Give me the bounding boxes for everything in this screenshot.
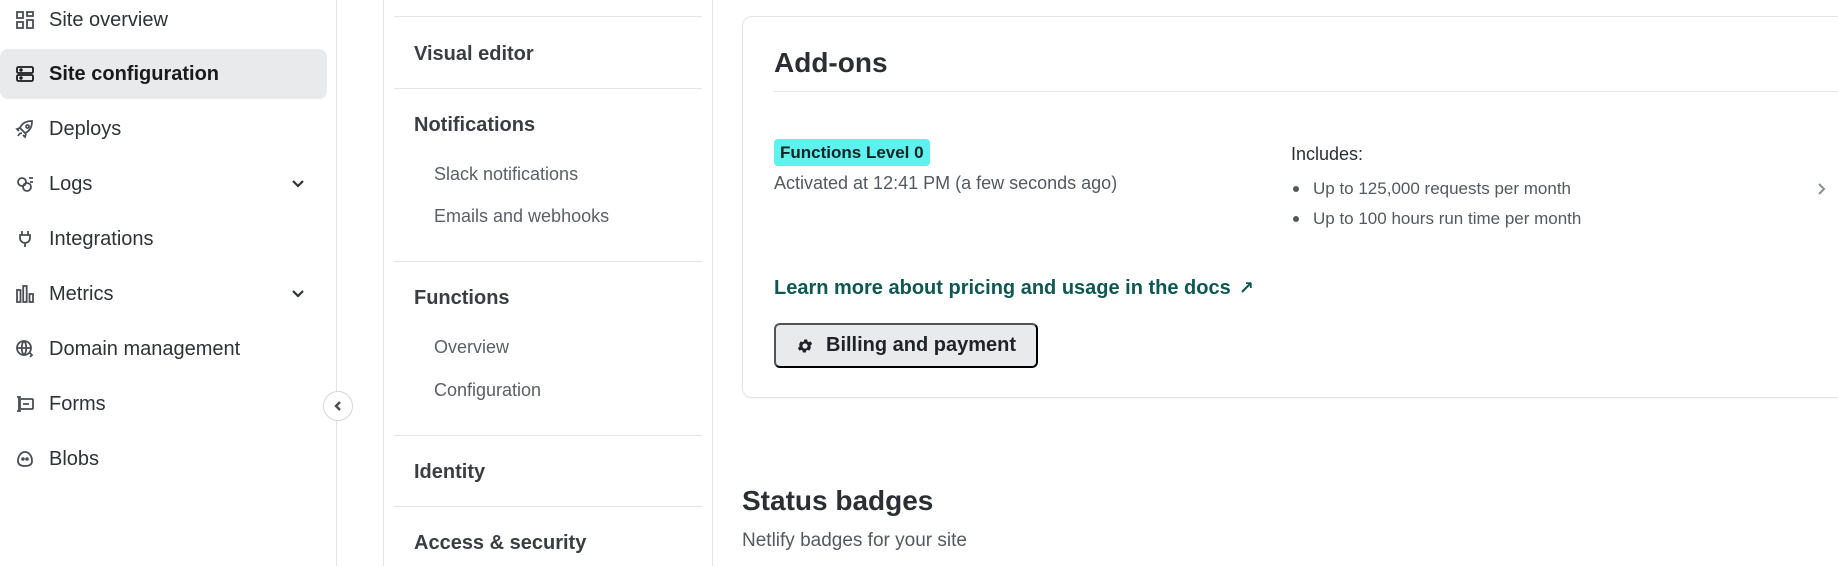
sidebar-item-label: Metrics (49, 282, 114, 305)
billing-payment-button[interactable]: Billing and payment (774, 323, 1039, 368)
includes-list: Up to 125,000 requests per month Up to 1… (1291, 174, 1581, 234)
blob-icon (14, 448, 36, 470)
list-item: Up to 100 hours run time per month (1291, 204, 1581, 234)
sidebar-item-site-configuration[interactable]: Site configuration (0, 49, 327, 99)
divider (394, 88, 702, 89)
chevron-down-icon[interactable] (289, 174, 307, 192)
sidebar-item-blobs[interactable]: Blobs (0, 434, 327, 484)
divider (394, 506, 702, 507)
sidebar-item-deploys[interactable]: Deploys (0, 104, 327, 154)
docs-link-text: Learn more about pricing and usage in th… (774, 277, 1231, 299)
sidebar-item-label: Forms (49, 392, 106, 415)
sidebar-item-label: Site configuration (49, 62, 219, 85)
subnav-access-security[interactable]: Access & security (414, 532, 586, 555)
sidebar-item-label: Deploys (49, 117, 122, 140)
rocket-icon (14, 118, 36, 140)
addons-title: Add-ons (774, 47, 888, 78)
gear-icon (796, 337, 814, 355)
divider (394, 435, 702, 436)
include-text: Up to 100 hours run time per month (1313, 209, 1582, 228)
addons-card: Add-ons Functions Level 0 Activated at 1… (742, 16, 1838, 398)
divider (774, 91, 1838, 92)
subnav-identity[interactable]: Identity (414, 461, 485, 484)
bar-chart-icon (14, 283, 36, 305)
sidebar-item-label: Site overview (49, 8, 168, 31)
subnav-functions[interactable]: Functions (414, 287, 510, 310)
sidebar-item-metrics[interactable]: Metrics (0, 269, 327, 319)
sidebar-item-site-overview[interactable]: Site overview (0, 0, 327, 45)
sidebar-item-label: Integrations (49, 227, 154, 250)
bullet-icon (1293, 216, 1299, 222)
divider (394, 16, 702, 17)
includes-label: Includes: (1291, 144, 1364, 164)
chevron-left-icon (332, 400, 344, 412)
subnav-visual-editor[interactable]: Visual editor (414, 43, 534, 66)
server-icon (14, 63, 36, 85)
billing-button-label: Billing and payment (826, 334, 1017, 356)
list-item: Up to 125,000 requests per month (1291, 174, 1581, 204)
sidebar-item-label: Blobs (49, 447, 100, 470)
sidebar: Site overview Site configuration Deploys… (0, 0, 337, 566)
logs-icon (14, 173, 36, 195)
plug-icon (14, 228, 36, 250)
chevron-down-icon[interactable] (289, 284, 307, 302)
subnav-functions-overview[interactable]: Overview (434, 337, 509, 358)
chevron-right-icon[interactable] (1814, 182, 1828, 196)
pricing-docs-link[interactable]: Learn more about pricing and usage in th… (774, 277, 1254, 300)
subnav-slack-notifications[interactable]: Slack notifications (434, 164, 578, 185)
sidebar-item-domain-management[interactable]: Domain management (0, 324, 327, 374)
globe-icon (14, 338, 36, 360)
form-icon (14, 393, 36, 415)
sidebar-item-forms[interactable]: Forms (0, 379, 327, 429)
status-badges-title: Status badges (742, 485, 934, 516)
include-text: Up to 125,000 requests per month (1313, 179, 1571, 198)
subnav-notifications[interactable]: Notifications (414, 114, 535, 137)
collapse-sidebar-button[interactable] (323, 391, 353, 421)
activated-text: Activated at 12:41 PM (a few seconds ago… (774, 173, 1118, 193)
settings-subnav: Visual editor Notifications Slack notifi… (383, 0, 713, 566)
sidebar-item-label: Domain management (49, 337, 241, 360)
sidebar-item-integrations[interactable]: Integrations (0, 214, 327, 264)
external-link-icon: ↗ (1238, 278, 1254, 298)
divider (394, 261, 702, 262)
functions-level-badge: Functions Level 0 (774, 139, 930, 166)
status-badges-subtitle: Netlify badges for your site (742, 530, 967, 551)
subnav-emails-webhooks[interactable]: Emails and webhooks (434, 206, 609, 227)
grid-icon (14, 9, 36, 31)
bullet-icon (1293, 186, 1299, 192)
sidebar-item-logs[interactable]: Logs (0, 159, 327, 209)
sidebar-item-label: Logs (49, 172, 93, 195)
subnav-functions-configuration[interactable]: Configuration (434, 380, 541, 401)
